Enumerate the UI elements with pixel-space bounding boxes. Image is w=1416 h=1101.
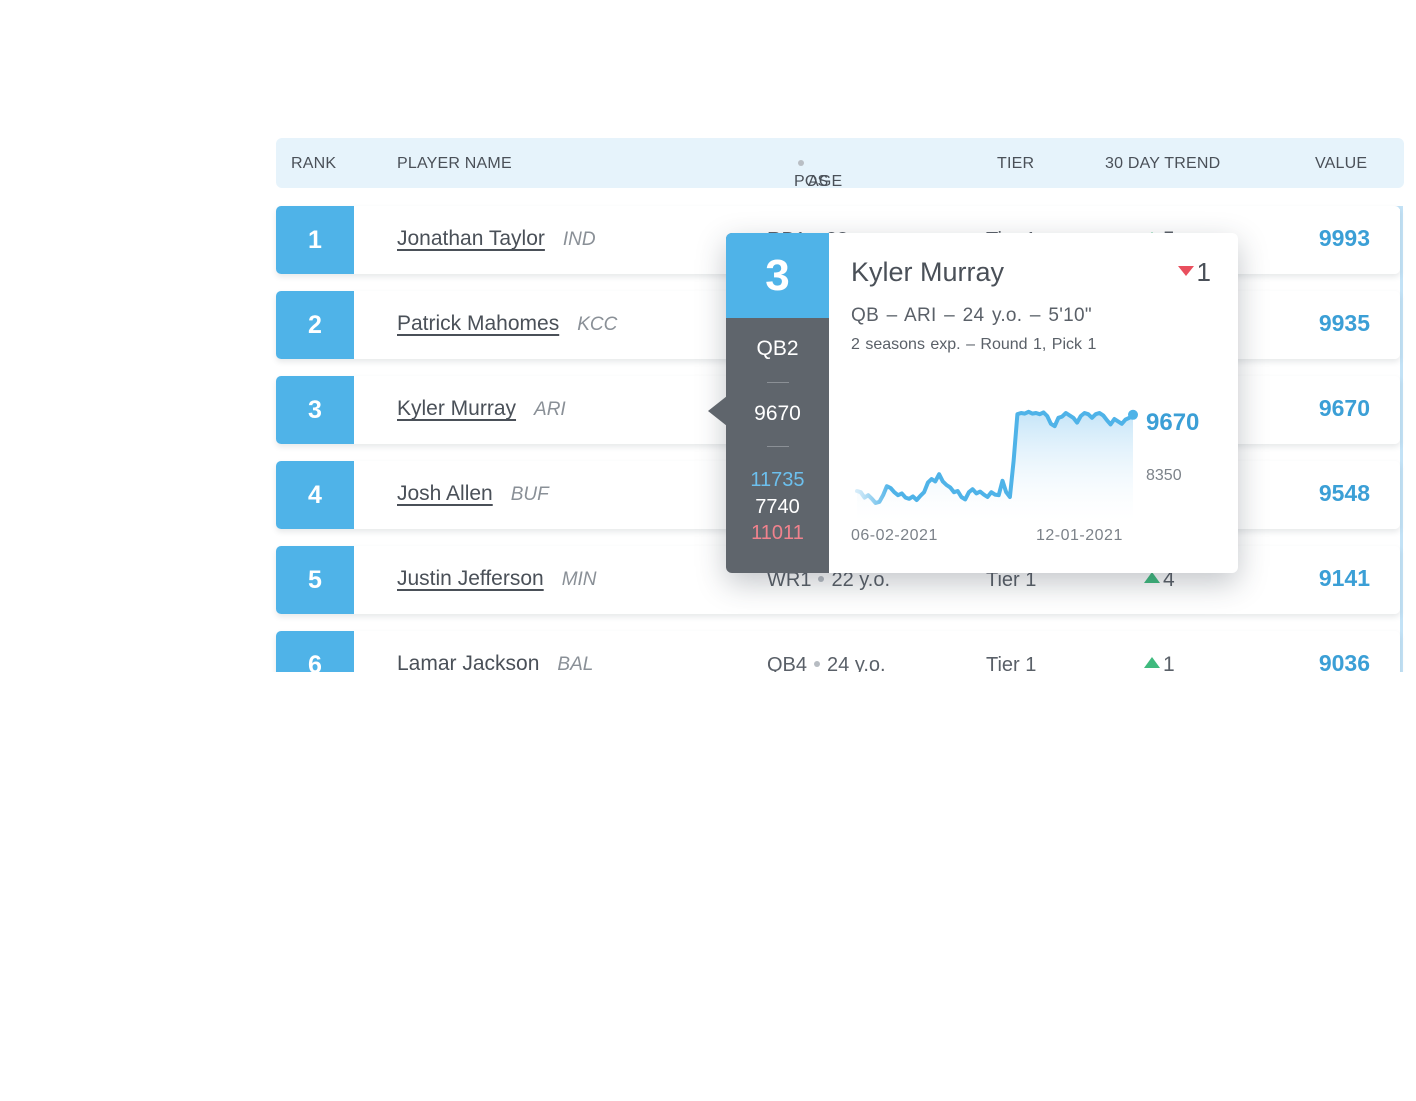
player-name-link[interactable]: Lamar Jackson BAL — [397, 652, 593, 672]
popover-low-value: 11011 — [751, 522, 804, 544]
chart-current-point — [1128, 409, 1138, 420]
trend-up-icon — [1144, 571, 1160, 583]
player-name[interactable]: Patrick Mahomes — [397, 312, 559, 335]
rank-badge: 3 — [276, 376, 354, 444]
popover-rank: 3 — [726, 233, 829, 318]
table-header: RANK PLAYER NAME POS AGE TIER 30 DAY TREN… — [276, 138, 1404, 190]
popover-sidebar: 3 QB2 9670 11735 7740 11011 — [726, 233, 829, 573]
player-name[interactable]: Josh Allen — [397, 482, 493, 505]
team-abbr: BUF — [510, 484, 549, 505]
table-row[interactable]: 6 Lamar Jackson BAL QB4 24 y.o. Tier 1 1 9036 — [276, 631, 1400, 672]
rank-badge: 6 — [276, 631, 354, 672]
trend-value: 1 — [1163, 653, 1175, 672]
rank-badge: 4 — [276, 461, 354, 529]
chart-start-date: 06-02-2021 — [851, 527, 938, 544]
divider — [767, 382, 789, 383]
player-name[interactable]: Justin Jefferson — [397, 567, 544, 590]
header-age[interactable]: AGE — [808, 173, 842, 191]
player-popover: 3 QB2 9670 11735 7740 11011 Kyler Murray… — [708, 233, 1238, 573]
popover-details: QB – ARI – 24 y.o. – 5'10" — [851, 305, 1092, 326]
header-tier[interactable]: TIER — [997, 155, 1034, 173]
trend: 1 — [1144, 653, 1175, 672]
player-name[interactable]: Jonathan Taylor — [397, 227, 545, 250]
player-name-link[interactable]: Jonathan Taylor IND — [397, 227, 596, 251]
team-abbr: BAL — [557, 654, 594, 672]
popover-rank-change: 1 — [1177, 257, 1211, 288]
chart-area — [857, 411, 1133, 521]
header-pos-age: POS AGE — [794, 156, 842, 190]
popover-rank-change-value: 1 — [1196, 257, 1211, 287]
player-name-link[interactable]: Patrick Mahomes KCC — [397, 312, 617, 336]
player-name-link[interactable]: Josh Allen BUF — [397, 482, 549, 506]
rank-badge: 1 — [276, 206, 354, 274]
popover-mid-value: 7740 — [755, 496, 800, 518]
player-name[interactable]: Lamar Jackson — [397, 652, 539, 672]
age: 24 y.o. — [827, 654, 886, 672]
popover-position-rank: QB2 — [756, 337, 799, 360]
popover-high-value: 11735 — [750, 469, 805, 491]
player-name-link[interactable]: Justin Jefferson MIN — [397, 567, 597, 591]
player-value: 9670 — [1318, 395, 1370, 421]
trend-up-icon — [1144, 656, 1160, 668]
team-abbr: IND — [562, 229, 596, 250]
popover-pointer — [708, 396, 727, 426]
chart-current-value: 9670 — [1146, 409, 1200, 436]
popover-player-name: Kyler Murray — [851, 257, 1005, 287]
scroll-indicator[interactable] — [1400, 206, 1403, 672]
team-abbr: KCC — [577, 314, 618, 335]
header-player-name[interactable]: PLAYER NAME — [397, 155, 512, 173]
chart-reference-value: 8350 — [1146, 467, 1182, 484]
header-trend[interactable]: 30 DAY TREND — [1105, 155, 1220, 173]
value-history-chart — [855, 409, 1138, 521]
popover-value: 9670 — [754, 402, 801, 425]
trend-down-icon — [1177, 266, 1194, 277]
player-value: 9141 — [1318, 565, 1370, 591]
team-abbr: MIN — [561, 569, 597, 590]
player-name[interactable]: Kyler Murray — [397, 397, 516, 420]
player-value: 9548 — [1318, 480, 1370, 506]
divider — [767, 446, 789, 447]
player-value: 9935 — [1318, 310, 1370, 336]
player-name-link[interactable]: Kyler Murray ARI — [397, 397, 566, 421]
tier: Tier 1 — [986, 654, 1037, 672]
header-value[interactable]: VALUE — [1315, 155, 1367, 173]
player-value: 9993 — [1318, 225, 1370, 251]
player-value: 9036 — [1318, 650, 1370, 672]
rank-badge: 2 — [276, 291, 354, 359]
separator-dot-icon — [798, 159, 804, 166]
separator-dot-icon — [814, 660, 821, 667]
popover-career: 2 seasons exp. – Round 1, Pick 1 — [851, 336, 1097, 353]
rank-badge: 5 — [276, 546, 354, 614]
header-rank[interactable]: RANK — [291, 155, 336, 173]
separator-dot-icon — [818, 575, 825, 582]
pos-age: QB4 24 y.o. — [767, 654, 886, 672]
position-rank: QB4 — [767, 654, 808, 672]
team-abbr: ARI — [534, 399, 566, 420]
chart-end-date: 12-01-2021 — [1036, 527, 1123, 544]
